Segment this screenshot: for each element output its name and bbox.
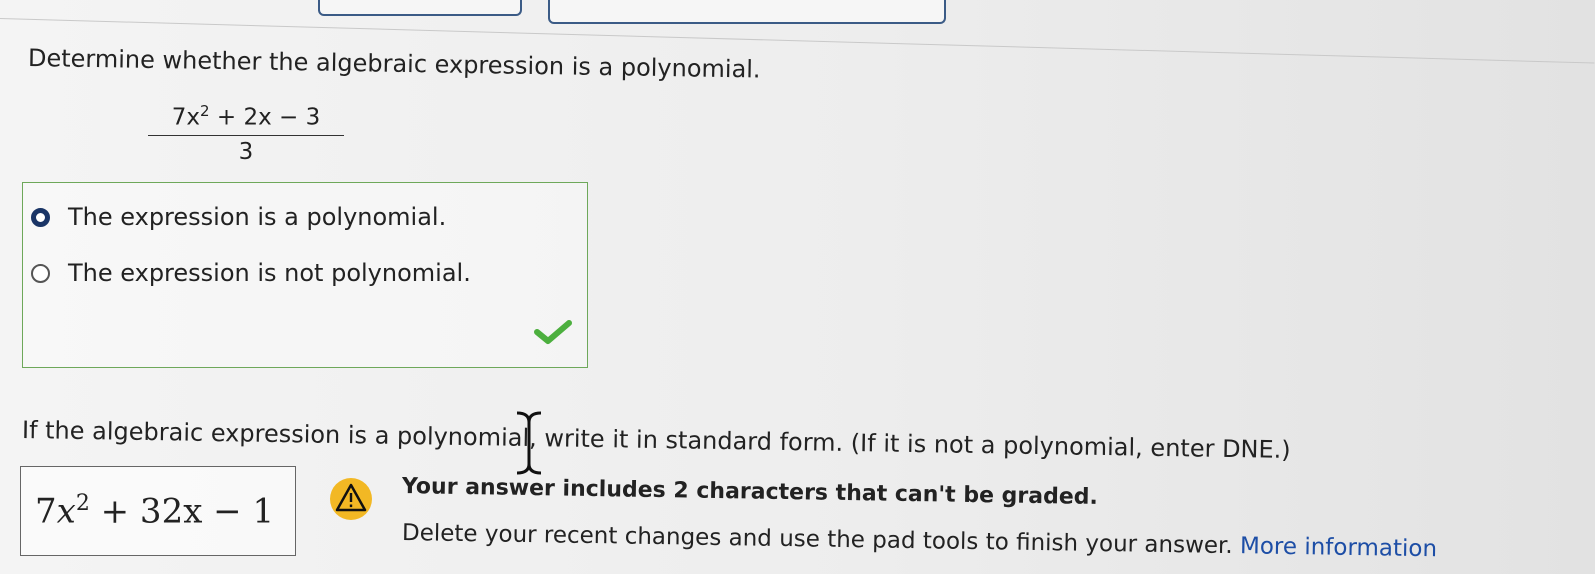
radio-not-polynomial[interactable]: [31, 263, 50, 283]
answer-value: 7x2 + 32x − 1: [35, 491, 274, 531]
numerator-pre: 7x: [171, 104, 201, 131]
expression-fraction: 7x2 + 2x − 3 3: [148, 102, 344, 165]
numerator-post: + 2x − 3: [209, 104, 321, 131]
question-text: Determine whether the algebraic expressi…: [27, 44, 761, 84]
warning-icon: [330, 478, 372, 520]
numerator-exponent: 2: [200, 102, 210, 120]
radio-polynomial[interactable]: [31, 207, 50, 227]
top-tab-left[interactable]: [318, 0, 522, 16]
option-not-polynomial[interactable]: The expression is not polynomial.: [31, 259, 471, 287]
option-not-polynomial-label: The expression is not polynomial.: [68, 259, 471, 287]
warning-body: Delete your recent changes and use the p…: [402, 520, 1437, 562]
warning-body-text: Delete your recent changes and use the p…: [401, 520, 1233, 560]
option-polynomial[interactable]: The expression is a polynomial.: [31, 203, 446, 231]
answer-var: x: [56, 491, 76, 532]
answer-input[interactable]: 7x2 + 32x − 1: [20, 466, 296, 556]
answer-rest: + 32x − 1: [100, 491, 275, 532]
warning-title: Your answer includes 2 characters that c…: [401, 474, 1099, 510]
fraction-denominator: 3: [238, 138, 254, 165]
check-icon: [534, 320, 572, 344]
answer-options-box: The expression is a polynomial. The expr…: [22, 182, 588, 368]
instruction-text: If the algebraic expression is a polynom…: [21, 416, 1291, 464]
more-information-link[interactable]: More information: [1240, 533, 1437, 562]
answer-coef: 7: [35, 491, 57, 532]
answer-exponent: 2: [75, 491, 90, 516]
fraction-numerator: 7x2 + 2x − 3: [148, 102, 344, 136]
text-cursor-icon: [516, 411, 542, 475]
top-tab-right[interactable]: [548, 0, 946, 24]
option-polynomial-label: The expression is a polynomial.: [68, 203, 447, 231]
